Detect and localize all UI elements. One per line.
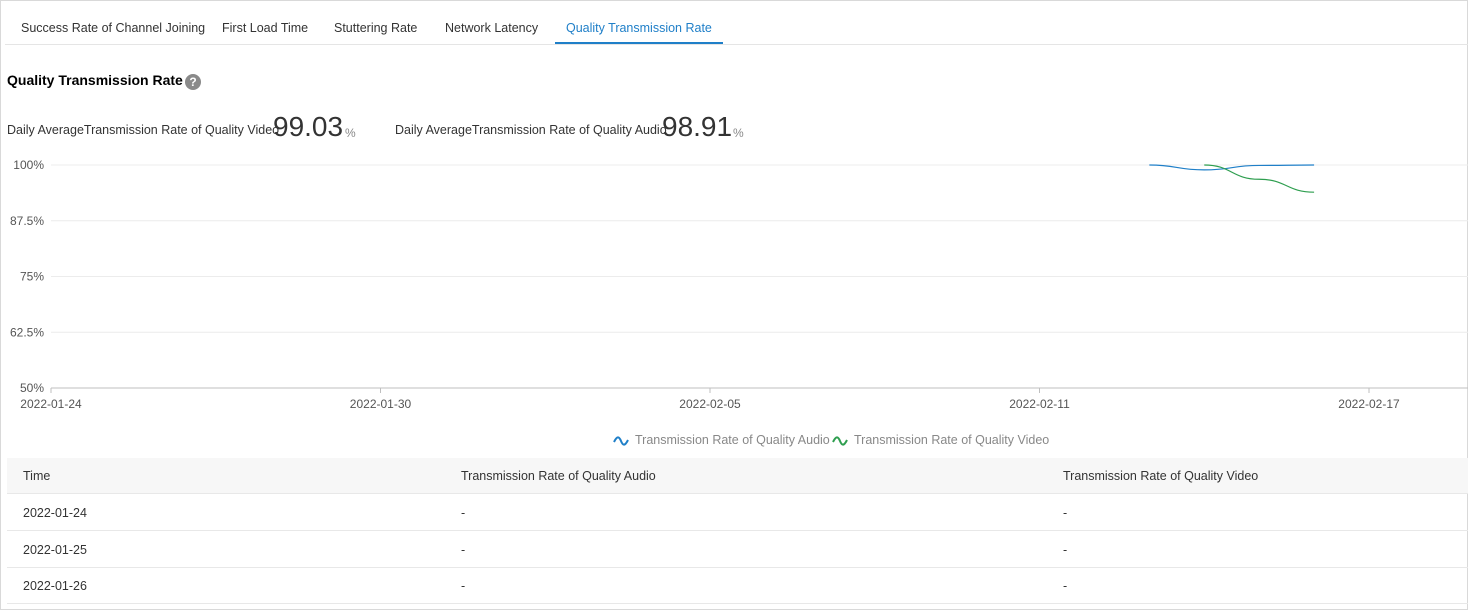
- table-row: 2022-01-26 - -: [7, 567, 1468, 604]
- tab-quality-transmission-rate[interactable]: Quality Transmission Rate: [566, 0, 712, 44]
- audio-average-unit: %: [733, 126, 744, 140]
- y-tick-label: 75%: [20, 270, 44, 284]
- legend-video-icon: [832, 436, 848, 446]
- cell-audio: -: [461, 579, 466, 593]
- legend-audio-icon: [613, 436, 629, 446]
- video-average-value: 99.03: [273, 111, 344, 142]
- x-tick-label: 2022-01-30: [350, 397, 412, 411]
- column-header-time: Time: [23, 469, 51, 483]
- tab-success-rate-channel-joining[interactable]: Success Rate of Channel Joining: [21, 0, 205, 44]
- tab-bar: Success Rate of Channel Joining First Lo…: [5, 0, 1468, 45]
- legend-item-audio[interactable]: Transmission Rate of Quality Audio: [613, 433, 830, 447]
- line-chart-svg: 100% 87.5% 75% 62.5% 50% 2022-01-24 2022-01-30…: [10, 158, 1468, 411]
- video-average-unit: %: [345, 126, 356, 140]
- legend-item-video[interactable]: Transmission Rate of Quality Video: [832, 433, 1049, 447]
- y-tick-label: 87.5%: [10, 214, 44, 228]
- column-header-video: Transmission Rate of Quality Video: [1063, 469, 1259, 483]
- x-tick-label: 2022-02-05: [679, 397, 741, 411]
- x-tick-label: 2022-02-17: [1338, 397, 1400, 411]
- x-tick-label: 2022-01-24: [20, 397, 82, 411]
- cell-audio: -: [461, 506, 466, 520]
- cell-time: 2022-01-26: [23, 579, 87, 593]
- cell-video: -: [1063, 543, 1068, 557]
- tab-stuttering-rate[interactable]: Stuttering Rate: [334, 0, 417, 44]
- chart-legend: Transmission Rate of Quality Audio Trans…: [0, 433, 1468, 449]
- cell-time: 2022-01-24: [23, 506, 87, 520]
- y-tick-label: 50%: [20, 381, 44, 395]
- quality-transmission-chart: 100% 87.5% 75% 62.5% 50% 2022-01-24 2022-01-30…: [0, 150, 1468, 425]
- section-title: Quality Transmission Rate: [7, 72, 183, 88]
- legend-video-label: Transmission Rate of Quality Video: [854, 433, 1050, 447]
- cell-video: -: [1063, 579, 1068, 593]
- legend-audio-label: Transmission Rate of Quality Audio: [635, 433, 830, 447]
- cell-video: -: [1063, 506, 1068, 520]
- help-icon[interactable]: ?: [185, 74, 201, 90]
- x-tick-label: 2022-02-11: [1009, 397, 1070, 411]
- active-tab-indicator: [555, 42, 723, 44]
- table-row: 2022-01-25 - -: [7, 531, 1468, 568]
- audio-average-label: Daily AverageTransmission Rate of Qualit…: [395, 123, 667, 137]
- y-tick-label: 100%: [13, 158, 44, 172]
- column-header-audio: Transmission Rate of Quality Audio: [461, 469, 656, 483]
- video-average-label: Daily AverageTransmission Rate of Qualit…: [7, 123, 280, 137]
- series-line-audio: [1149, 164, 1315, 171]
- table-header: Time Transmission Rate of Quality Audio …: [7, 458, 1468, 494]
- cell-time: 2022-01-25: [23, 543, 87, 557]
- tab-network-latency[interactable]: Network Latency: [445, 0, 538, 44]
- tab-first-load-time[interactable]: First Load Time: [222, 0, 308, 44]
- cell-audio: -: [461, 543, 466, 557]
- table-row: 2022-01-24 - -: [7, 494, 1468, 531]
- audio-average-value: 98.91: [662, 111, 733, 142]
- y-tick-label: 62.5%: [10, 325, 44, 339]
